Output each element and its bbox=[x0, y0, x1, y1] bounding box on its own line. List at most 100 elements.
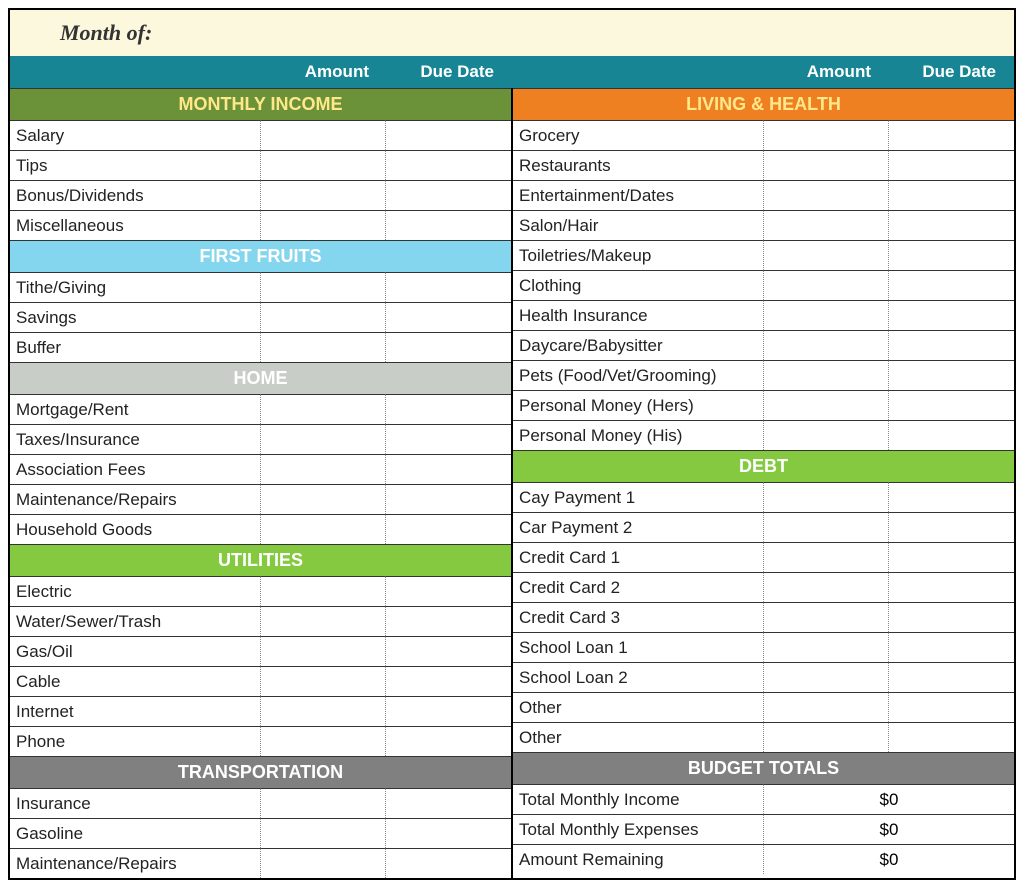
amount-cell[interactable] bbox=[764, 420, 889, 450]
due-date-cell[interactable] bbox=[889, 542, 1014, 572]
budget-row: Phone bbox=[10, 726, 511, 756]
row-label: Savings bbox=[10, 302, 261, 332]
due-date-cell[interactable] bbox=[386, 394, 511, 424]
amount-cell[interactable] bbox=[764, 542, 889, 572]
due-date-cell[interactable] bbox=[889, 300, 1014, 330]
budget-row: School Loan 2 bbox=[513, 662, 1014, 692]
due-date-cell[interactable] bbox=[889, 240, 1014, 270]
due-date-cell[interactable] bbox=[889, 512, 1014, 542]
amount-cell[interactable] bbox=[261, 180, 386, 210]
row-label: Gasoline bbox=[10, 818, 261, 848]
amount-cell[interactable] bbox=[764, 692, 889, 722]
due-date-cell[interactable] bbox=[889, 632, 1014, 662]
amount-cell[interactable] bbox=[764, 602, 889, 632]
amount-cell[interactable] bbox=[261, 272, 386, 302]
amount-cell[interactable] bbox=[764, 270, 889, 300]
due-date-cell[interactable] bbox=[386, 454, 511, 484]
due-date-cell[interactable] bbox=[889, 210, 1014, 240]
totals-label: Total Monthly Expenses bbox=[513, 814, 764, 844]
amount-cell[interactable] bbox=[764, 240, 889, 270]
amount-cell[interactable] bbox=[261, 332, 386, 362]
amount-cell[interactable] bbox=[764, 482, 889, 512]
right-column: LIVING & HEALTHGroceryRestaurantsEnterta… bbox=[513, 88, 1014, 878]
amount-cell[interactable] bbox=[764, 330, 889, 360]
amount-cell[interactable] bbox=[764, 572, 889, 602]
amount-cell[interactable] bbox=[261, 818, 386, 848]
row-label: Credit Card 2 bbox=[513, 572, 764, 602]
due-date-cell[interactable] bbox=[889, 572, 1014, 602]
amount-cell[interactable] bbox=[764, 180, 889, 210]
budget-row: Cable bbox=[10, 666, 511, 696]
row-label: Electric bbox=[10, 576, 261, 606]
due-date-cell[interactable] bbox=[889, 150, 1014, 180]
due-date-cell[interactable] bbox=[889, 270, 1014, 300]
due-date-cell[interactable] bbox=[386, 696, 511, 726]
amount-cell[interactable] bbox=[764, 390, 889, 420]
amount-cell[interactable] bbox=[764, 120, 889, 150]
amount-cell[interactable] bbox=[261, 636, 386, 666]
due-date-cell[interactable] bbox=[889, 722, 1014, 752]
due-date-cell[interactable] bbox=[889, 120, 1014, 150]
due-date-cell[interactable] bbox=[386, 150, 511, 180]
due-date-cell[interactable] bbox=[386, 210, 511, 240]
amount-cell[interactable] bbox=[261, 394, 386, 424]
due-date-cell[interactable] bbox=[889, 662, 1014, 692]
due-date-cell[interactable] bbox=[889, 420, 1014, 450]
budget-row: Electric bbox=[10, 576, 511, 606]
budget-row: Insurance bbox=[10, 788, 511, 818]
due-date-cell[interactable] bbox=[386, 726, 511, 756]
due-date-cell[interactable] bbox=[889, 360, 1014, 390]
due-date-cell[interactable] bbox=[386, 514, 511, 544]
amount-cell[interactable] bbox=[764, 722, 889, 752]
amount-cell[interactable] bbox=[261, 424, 386, 454]
due-date-cell[interactable] bbox=[386, 576, 511, 606]
due-date-cell[interactable] bbox=[889, 482, 1014, 512]
due-date-cell[interactable] bbox=[386, 788, 511, 818]
budget-row: Internet bbox=[10, 696, 511, 726]
row-label: Taxes/Insurance bbox=[10, 424, 261, 454]
amount-cell[interactable] bbox=[261, 788, 386, 818]
amount-cell[interactable] bbox=[764, 662, 889, 692]
due-date-cell[interactable] bbox=[386, 424, 511, 454]
amount-cell[interactable] bbox=[261, 120, 386, 150]
amount-cell[interactable] bbox=[261, 150, 386, 180]
amount-cell[interactable] bbox=[261, 726, 386, 756]
amount-cell[interactable] bbox=[764, 150, 889, 180]
amount-cell[interactable] bbox=[764, 300, 889, 330]
due-date-cell[interactable] bbox=[386, 272, 511, 302]
due-date-cell[interactable] bbox=[386, 302, 511, 332]
due-date-cell[interactable] bbox=[386, 484, 511, 514]
due-date-cell[interactable] bbox=[889, 330, 1014, 360]
amount-cell[interactable] bbox=[261, 848, 386, 878]
amount-cell[interactable] bbox=[261, 606, 386, 636]
due-date-cell[interactable] bbox=[386, 606, 511, 636]
due-date-cell[interactable] bbox=[386, 818, 511, 848]
row-label: Cay Payment 1 bbox=[513, 482, 764, 512]
due-date-cell[interactable] bbox=[889, 692, 1014, 722]
amount-cell[interactable] bbox=[261, 302, 386, 332]
row-label: Other bbox=[513, 692, 764, 722]
due-date-cell[interactable] bbox=[386, 636, 511, 666]
amount-cell[interactable] bbox=[764, 360, 889, 390]
due-date-cell[interactable] bbox=[386, 180, 511, 210]
amount-cell[interactable] bbox=[261, 666, 386, 696]
amount-cell[interactable] bbox=[261, 484, 386, 514]
amount-cell[interactable] bbox=[764, 512, 889, 542]
row-label: School Loan 1 bbox=[513, 632, 764, 662]
amount-cell[interactable] bbox=[261, 696, 386, 726]
due-date-cell[interactable] bbox=[386, 332, 511, 362]
due-header-left: Due Date bbox=[387, 62, 512, 82]
amount-cell[interactable] bbox=[764, 210, 889, 240]
due-date-cell[interactable] bbox=[889, 180, 1014, 210]
due-date-cell[interactable] bbox=[386, 848, 511, 878]
due-date-cell[interactable] bbox=[386, 120, 511, 150]
due-date-cell[interactable] bbox=[889, 390, 1014, 420]
amount-cell[interactable] bbox=[261, 454, 386, 484]
due-date-cell[interactable] bbox=[386, 666, 511, 696]
amount-cell[interactable] bbox=[261, 210, 386, 240]
amount-cell[interactable] bbox=[261, 514, 386, 544]
due-date-cell[interactable] bbox=[889, 602, 1014, 632]
budget-row: Tithe/Giving bbox=[10, 272, 511, 302]
amount-cell[interactable] bbox=[764, 632, 889, 662]
amount-cell[interactable] bbox=[261, 576, 386, 606]
